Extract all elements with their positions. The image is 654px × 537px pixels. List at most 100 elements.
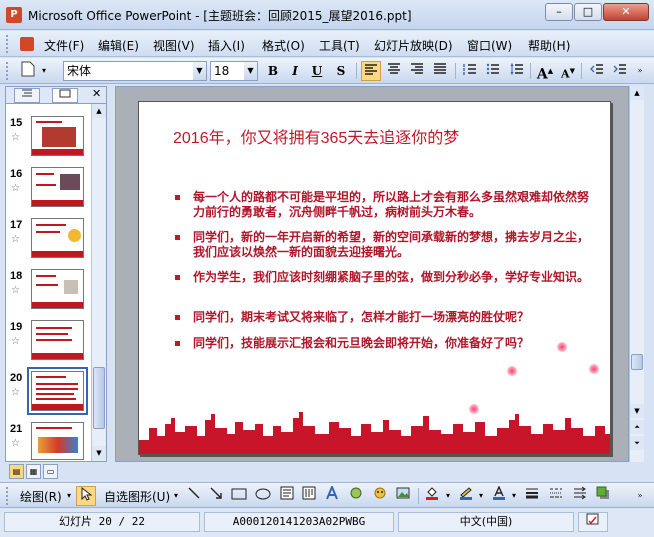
tab-outline[interactable] [14,88,40,103]
fill-color-button[interactable] [422,486,442,506]
thumbnail-row[interactable]: 18 ☆ [6,268,92,318]
increase-indent-button[interactable] [610,61,630,81]
shrink-font-button[interactable]: A▼ [558,61,578,81]
chevron-down-icon[interactable]: ▼ [193,62,206,80]
draw-menu-button[interactable]: 绘图(R) [20,488,62,505]
toolbar-grip[interactable] [6,487,9,505]
line-spacing-button[interactable] [507,61,527,81]
slide-thumbnail[interactable] [31,218,84,258]
menu-tools[interactable]: 工具(T) [319,37,360,54]
thumbnail-row[interactable]: 15 ☆ [6,115,92,165]
scroll-down-icon[interactable]: ▼ [630,404,644,418]
slide-thumbnail[interactable] [31,320,84,360]
font-name-select[interactable]: 宋体 ▼ [63,61,207,81]
powerpoint-app-icon[interactable]: P [6,7,22,23]
chevron-down-icon[interactable]: ▾ [476,486,486,506]
document-icon[interactable] [20,37,34,51]
toolbar-grip[interactable] [6,62,9,80]
menu-window[interactable]: 窗口(W) [467,37,512,54]
grow-font-button[interactable]: A▲ [535,61,555,83]
previous-slide-icon[interactable]: ⏶ [630,420,644,434]
slide-thumbnail[interactable] [31,422,84,460]
decrease-indent-button[interactable] [587,61,607,81]
bullets-button[interactable] [483,61,503,81]
menu-file[interactable]: 文件(F) [44,37,84,54]
thumbnail-row[interactable]: 17 ☆ [6,217,92,267]
chevron-down-icon[interactable]: ▾ [509,486,519,506]
design-template-name[interactable]: A000120141203A02PWBG [204,512,394,532]
wordart-tool-icon[interactable] [322,484,342,506]
current-slide[interactable]: 2016年，你又将拥有365天去追逐你的梦 每一个人的路都不可能是平坦的，所以路… [138,101,611,455]
slide-bullet[interactable]: 同学们，新的一年开启新的希望，新的空间承载新的梦想，拂去岁月之尘，我们应该以焕然… [175,230,590,260]
menu-view[interactable]: 视图(V) [153,37,195,54]
shadow-style-icon[interactable] [593,486,613,506]
arrow-style-icon[interactable] [570,486,590,506]
align-center-button[interactable] [384,61,404,81]
toolbar-overflow-icon[interactable]: » [633,61,647,81]
slide-bullet[interactable]: 同学们，技能展示汇报会和元旦晚会即将开始，你准备好了吗？ [175,336,590,351]
font-size-select[interactable]: 18 ▼ [210,61,258,81]
slide-scrollbar[interactable]: ▲ ▼ ⏶ ⏷ [629,86,644,462]
close-button[interactable]: ✕ [603,3,649,21]
maximize-button[interactable]: □ [574,3,602,21]
select-pointer-button[interactable] [76,486,96,506]
rectangle-tool-icon[interactable] [229,486,249,506]
tab-slides[interactable] [52,88,78,103]
scroll-down-icon[interactable]: ▼ [92,446,106,460]
scroll-thumb[interactable] [631,354,643,370]
thumbnails-scrollbar[interactable]: ▲ ▼ [91,104,106,461]
slide-thumbnail-selected[interactable] [27,367,88,415]
language-indicator[interactable]: 中文(中国) [398,512,574,532]
thumbnail-row[interactable]: 19 ☆ [6,319,92,369]
chevron-down-icon[interactable]: ▾ [170,486,182,506]
bold-button[interactable]: B [263,61,283,81]
slideshow-view-icon[interactable]: ▭ [43,464,58,479]
arrow-tool-icon[interactable] [206,486,226,506]
close-pane-icon[interactable]: ✕ [92,87,101,100]
next-slide-icon[interactable]: ⏷ [630,436,644,450]
clipart-tool-icon[interactable] [370,486,390,506]
thumbnail-row[interactable]: 16 ☆ [6,166,92,216]
menu-edit[interactable]: 编辑(E) [98,37,139,54]
shadow-button[interactable]: S [331,61,351,81]
toolbar-options-icon[interactable]: ▾ [38,61,50,81]
slide-bullet[interactable]: 同学们，期末考试又将来临了，怎样才能打一场漂亮的胜仗呢？ [175,310,590,325]
toolbar-overflow-icon[interactable]: » [633,486,647,506]
line-style-icon[interactable] [522,486,542,506]
slide-title[interactable]: 2016年，你又将拥有365天去追逐你的梦 [173,124,459,148]
toolbar-grip[interactable] [6,35,9,53]
minimize-button[interactable]: – [545,3,573,21]
underline-button[interactable]: U [307,61,327,81]
align-right-button[interactable] [407,61,427,81]
normal-view-icon[interactable]: ▤ [9,464,24,479]
diagram-tool-icon[interactable] [346,486,366,506]
textbox-tool-icon[interactable] [277,486,297,506]
chevron-down-icon[interactable]: ▾ [443,486,453,506]
slide-thumbnail[interactable] [31,116,84,156]
dash-style-icon[interactable] [546,486,566,506]
line-tool-icon[interactable] [184,486,204,506]
slide-bullet[interactable]: 每一个人的路都不可能是平坦的，所以路上才会有那么多虽然艰难却依然努力前行的勇敢者… [175,190,590,220]
menu-format[interactable]: 格式(O) [262,37,305,54]
italic-button[interactable]: I [285,61,305,81]
autoshapes-menu-button[interactable]: 自选图形(U) [104,488,170,505]
new-document-icon[interactable] [18,61,38,81]
font-color-button[interactable] [489,485,509,506]
slide-bullet[interactable]: 作为学生，我们应该时刻绷紧脑子里的弦，做到分秒必争，学好专业知识。 [175,270,590,285]
chevron-down-icon[interactable]: ▾ [63,486,75,506]
oval-tool-icon[interactable] [253,486,273,506]
spelling-check-icon[interactable] [578,512,608,532]
chevron-down-icon[interactable]: ▼ [244,62,257,80]
menu-slideshow[interactable]: 幻灯片放映(D) [374,37,453,54]
menu-help[interactable]: 帮助(H) [528,37,570,54]
vertical-textbox-tool-icon[interactable] [299,486,319,506]
picture-tool-icon[interactable] [393,486,413,506]
scroll-up-icon[interactable]: ▲ [630,86,644,100]
thumbnail-row[interactable]: 20 ☆ [6,367,92,420]
numbering-button[interactable] [460,61,480,81]
distribute-button[interactable] [430,61,450,81]
slide-thumbnail[interactable] [31,167,84,207]
menu-insert[interactable]: 插入(I) [208,37,245,54]
scroll-up-icon[interactable]: ▲ [92,104,106,118]
align-left-button[interactable] [361,61,381,81]
